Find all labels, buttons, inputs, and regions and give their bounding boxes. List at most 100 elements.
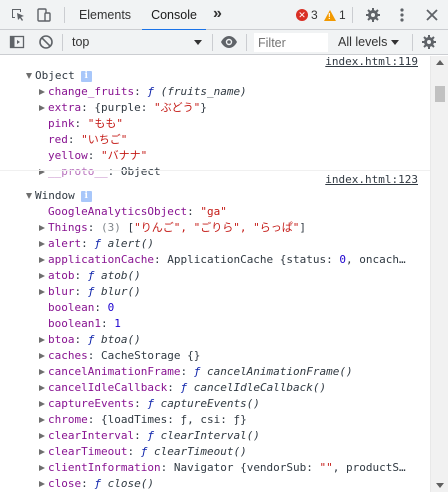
info-icon[interactable]: i — [80, 70, 92, 82]
expand-down-icon[interactable] — [26, 73, 32, 79]
object-preview: {loadTimes: ƒ, csi: ƒ} — [101, 413, 247, 426]
property-key: atob — [48, 269, 75, 282]
property-row[interactable]: btoa: ƒ btoa() — [0, 332, 430, 348]
function-signature: clearInterval() — [153, 429, 260, 442]
value-suffix: , productS… — [332, 461, 406, 474]
property-colon: : — [81, 237, 95, 250]
property-row[interactable]: clearTimeout: ƒ clearTimeout() — [0, 444, 430, 460]
property-key: blur — [48, 285, 75, 298]
source-link[interactable]: index.html:123 — [325, 172, 418, 188]
property-row[interactable]: change_fruits: ƒ (fruits_name) — [0, 84, 430, 100]
property-key: chrome — [48, 413, 88, 426]
devtools-tabbar: Elements Console » ✕ 3 ! 1 — [0, 0, 448, 31]
property-row[interactable]: clearInterval: ƒ clearInterval() — [0, 428, 430, 444]
value-suffix: ] — [299, 221, 306, 234]
settings-gear-icon[interactable] — [365, 7, 381, 23]
property-key: clearTimeout — [48, 445, 128, 458]
expand-right-icon[interactable] — [39, 401, 45, 407]
function-signature: btoa() — [94, 333, 141, 346]
inspect-element-icon[interactable] — [10, 7, 26, 23]
expand-right-icon[interactable] — [39, 289, 45, 295]
sidebar-toggle-icon[interactable] — [9, 34, 25, 50]
expand-right-icon[interactable] — [39, 273, 45, 279]
tab-console[interactable]: Console — [142, 0, 206, 31]
property-colon: : — [134, 397, 148, 410]
number-value: 0 — [107, 301, 115, 314]
property-key: change_fruits — [48, 85, 135, 98]
expand-right-icon[interactable] — [39, 337, 45, 343]
function-signature: cancelIdleCallback() — [187, 381, 327, 394]
console-toolbar: top All levels — [0, 30, 448, 55]
expand-right-icon[interactable] — [39, 257, 45, 263]
device-toolbar-icon[interactable] — [36, 7, 52, 23]
string-value: "" — [319, 461, 333, 474]
property-key: GoogleAnalyticsObject — [48, 205, 188, 218]
live-expression-eye-icon[interactable] — [220, 34, 238, 50]
filter-input[interactable] — [254, 33, 328, 52]
property-row[interactable]: applicationCache: ApplicationCache {stat… — [0, 252, 430, 268]
property-key: btoa — [48, 333, 75, 346]
scrollbar-thumb[interactable] — [435, 86, 445, 102]
expand-right-icon[interactable] — [39, 449, 45, 455]
function-signature: cancelAnimationFrame() — [200, 365, 353, 378]
property-row[interactable]: blur: ƒ blur() — [0, 284, 430, 300]
tab-elements[interactable]: Elements — [72, 0, 138, 30]
property-colon: : — [74, 285, 88, 298]
property-key: clearInterval — [48, 429, 135, 442]
scroll-down-arrow-icon[interactable] — [436, 483, 444, 488]
property-colon: : — [87, 221, 101, 234]
property-row[interactable]: caches: CacheStorage {} — [0, 348, 430, 364]
info-icon[interactable]: i — [80, 190, 92, 202]
property-colon: : — [180, 365, 194, 378]
warning-count-badge[interactable]: ! 1 — [324, 8, 346, 22]
property-row[interactable]: alert: ƒ alert() — [0, 236, 430, 252]
property-row[interactable]: captureEvents: ƒ captureEvents() — [0, 396, 430, 412]
more-tabs-icon[interactable]: » — [213, 5, 222, 23]
property-row: red: "いちご" — [0, 132, 430, 148]
expand-right-icon[interactable] — [39, 417, 45, 423]
more-options-icon[interactable] — [394, 7, 410, 23]
string-value: "ga" — [200, 205, 227, 218]
context-selector[interactable]: top — [68, 33, 206, 52]
toolbar-divider — [412, 34, 413, 51]
expand-right-icon[interactable] — [39, 225, 45, 231]
property-row[interactable]: close: ƒ close() — [0, 476, 430, 492]
expand-right-icon[interactable] — [39, 89, 45, 95]
function-keyword: ƒ — [147, 429, 154, 442]
property-colon: : — [134, 429, 148, 442]
message-separator — [0, 170, 430, 171]
expand-right-icon[interactable] — [39, 385, 45, 391]
function-signature: close() — [101, 477, 154, 490]
object-preview: Navigator {vendorSub: — [173, 461, 320, 474]
property-row[interactable]: Things: (3) ["りんご", "ごりら", "らっぱ"] — [0, 220, 430, 236]
property-row[interactable]: cancelAnimationFrame: ƒ cancelAnimationF… — [0, 364, 430, 380]
expand-right-icon[interactable] — [39, 105, 45, 111]
expand-right-icon[interactable] — [39, 369, 45, 375]
error-count-badge[interactable]: ✕ 3 — [296, 8, 318, 22]
expand-right-icon[interactable] — [39, 433, 45, 439]
value-suffix: , oncach… — [346, 253, 406, 266]
expand-right-icon[interactable] — [39, 465, 45, 471]
string-value: "りんご", "ごりら", "らっぱ" — [134, 221, 300, 234]
property-row[interactable]: atob: ƒ atob() — [0, 268, 430, 284]
property-row[interactable]: cancelIdleCallback: ƒ cancelIdleCallback… — [0, 380, 430, 396]
close-devtools-icon[interactable] — [424, 7, 440, 23]
object-header-label: Window — [35, 189, 75, 202]
log-levels-dropdown[interactable]: All levels — [338, 33, 400, 52]
property-row[interactable]: chrome: {loadTimes: ƒ, csi: ƒ} — [0, 412, 430, 428]
object-header[interactable]: Object i — [0, 68, 430, 84]
object-header[interactable]: Window i — [0, 188, 430, 204]
property-row[interactable]: clientInformation: Navigator {vendorSub:… — [0, 460, 430, 476]
expand-right-icon[interactable] — [39, 353, 45, 359]
expand-down-icon[interactable] — [26, 193, 32, 199]
function-keyword: ƒ — [147, 397, 154, 410]
expand-right-icon[interactable] — [39, 481, 45, 487]
value-prefix: {purple: — [94, 101, 154, 114]
console-scrollbar[interactable] — [430, 56, 448, 492]
property-key: red — [48, 133, 68, 146]
scroll-up-arrow-icon[interactable] — [436, 60, 444, 65]
clear-console-icon[interactable] — [38, 34, 54, 50]
property-row[interactable]: extra: {purple: "ぶどう"} — [0, 100, 430, 116]
expand-right-icon[interactable] — [39, 241, 45, 247]
console-settings-gear-icon[interactable] — [421, 34, 437, 50]
